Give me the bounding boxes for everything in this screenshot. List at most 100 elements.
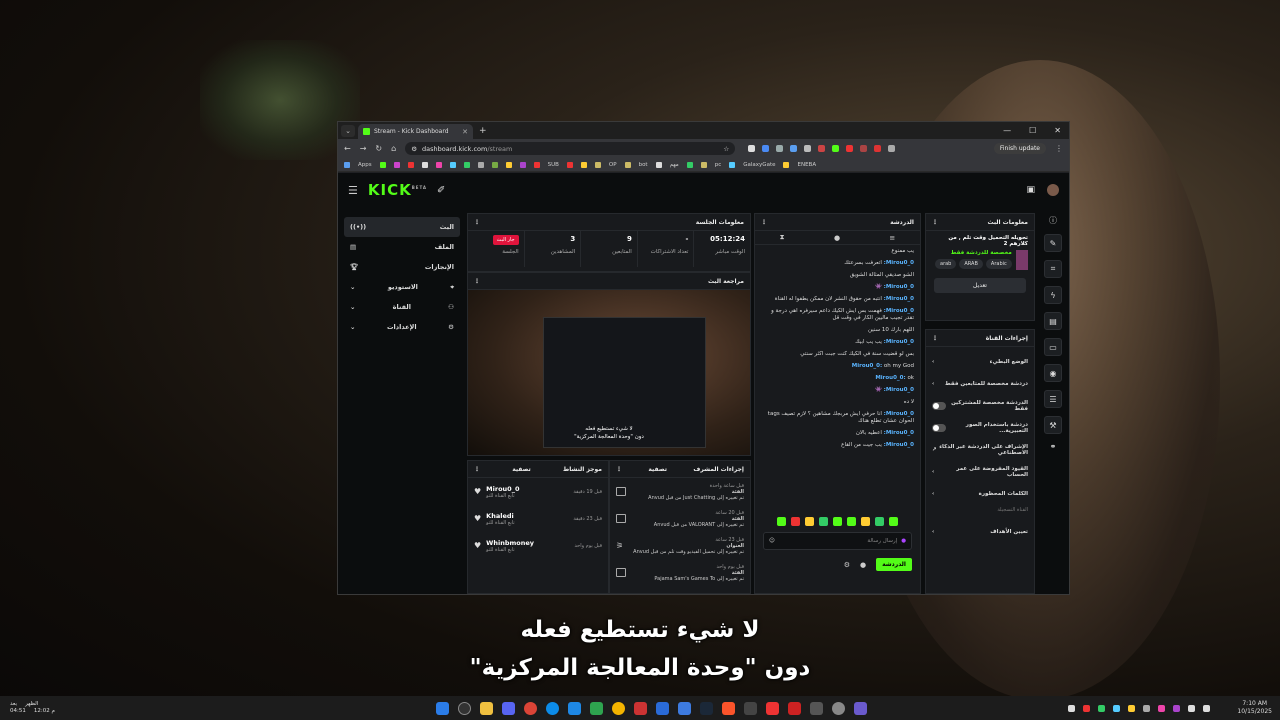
chat-username[interactable]: Mirou0_0: [884, 260, 914, 266]
action-slow-mode[interactable]: الوضع البطيء › [926, 351, 1034, 373]
feed-username[interactable]: Mirou0_0 [486, 485, 568, 493]
mic-icon[interactable]: ● [901, 538, 906, 544]
chat-username[interactable]: Mirou0_0: [884, 442, 914, 448]
bookmark-icon[interactable] [421, 161, 428, 168]
bookmark-icon[interactable] [686, 161, 693, 168]
bookmark-icon[interactable] [655, 161, 662, 168]
chat-username[interactable]: Mirou0_0: [884, 411, 914, 417]
bookmark-icon[interactable] [783, 161, 790, 168]
chat-input[interactable]: ☺ إرسال رسالة ● [763, 532, 912, 550]
reload-icon[interactable]: ↻ [375, 144, 382, 153]
emote-icon[interactable] [847, 517, 856, 526]
folder-icon[interactable] [480, 701, 493, 715]
bookmark-eneba[interactable]: ENEBA [797, 162, 816, 168]
home-icon[interactable]: ⌂ [391, 144, 396, 153]
sidebar-item-settings[interactable]: ⚙ الإعدادات ⌄ [344, 317, 460, 337]
browser-menu-icon[interactable]: ⋮ [1055, 144, 1063, 153]
emote-only-toggle[interactable] [932, 424, 947, 432]
bookmark-icon[interactable] [505, 161, 512, 168]
wrench-icon[interactable]: ⚒ [1044, 416, 1062, 434]
extension-icon[interactable] [832, 145, 840, 152]
chat-send-button[interactable]: الدردشة [876, 558, 912, 571]
emote-icon[interactable] [861, 517, 870, 526]
broadcast-icon[interactable]: ◉ [1044, 364, 1062, 382]
panel-menu-icon[interactable]: ⋮ [474, 219, 480, 226]
filter-button[interactable]: تصفية [648, 466, 667, 473]
layout-icon[interactable]: ▣ [1026, 185, 1035, 195]
bookmark-icon[interactable] [463, 161, 470, 168]
panel-menu-icon[interactable]: ⋮ [932, 219, 938, 226]
edit-stream-button[interactable]: تعديل [934, 278, 1026, 293]
bookmark-icon[interactable] [729, 161, 736, 168]
bookmark-icon[interactable] [580, 161, 587, 168]
new-tab-button[interactable]: + [479, 126, 487, 136]
list-icon[interactable]: ≡ [889, 234, 895, 242]
user-avatar[interactable] [1047, 184, 1059, 196]
chat-username[interactable]: Mirou0_0: [884, 430, 914, 436]
extension-icon[interactable] [860, 145, 868, 152]
tab-close-icon[interactable]: ✕ [462, 128, 468, 136]
sidebar-item-channel[interactable]: ⚇ القناة ⌄ [344, 297, 460, 317]
app-icon[interactable] [788, 701, 801, 715]
chat-username[interactable]: Mirou0_0: [852, 363, 882, 369]
chat-mod-icon[interactable]: ● [860, 561, 866, 569]
bookmark-op[interactable]: OP [609, 162, 617, 168]
chat-username[interactable]: Mirou0_0: [884, 296, 914, 302]
panel-menu-icon[interactable]: ⋮ [932, 335, 938, 342]
panel-menu-icon[interactable]: ⋮ [761, 219, 767, 226]
extension-icon[interactable] [818, 145, 826, 152]
tab-search-button[interactable]: ⌄ [341, 124, 355, 137]
feed-username[interactable]: Whinbmoney [486, 539, 569, 547]
chat-username[interactable]: Mirou0_0: [884, 284, 914, 290]
steam-icon[interactable] [700, 701, 713, 715]
hourglass-icon[interactable]: ⧗ [780, 233, 785, 242]
action-ai-moderation[interactable]: الإشراف على الدردشة عبر الذكاء الاصطناعي… [926, 439, 1034, 461]
emote-icon[interactable] [819, 517, 828, 526]
bookmark-icon[interactable] [449, 161, 456, 168]
filter-button[interactable]: تصفية [512, 466, 531, 473]
clip-icon[interactable]: ⌗ [1044, 260, 1062, 278]
extension-icon[interactable] [874, 145, 882, 152]
action-followers-only[interactable]: دردشة مخصصة للمتابعين فقط › [926, 373, 1034, 395]
bookmark-icon[interactable] [435, 161, 442, 168]
sidebar-item-achievements[interactable]: الإنجازات 🏆︎ [344, 257, 460, 277]
bookmark-icon[interactable] [566, 161, 573, 168]
app-icon[interactable] [634, 701, 647, 715]
bookmark-icon[interactable] [407, 161, 414, 168]
bookmark-icon[interactable] [519, 161, 526, 168]
bookmark-icon[interactable] [533, 161, 540, 168]
back-icon[interactable]: ← [344, 144, 351, 153]
finish-update-button[interactable]: Finish update [993, 143, 1046, 154]
stream-preview-video[interactable]: لا شيء تستطيع فعله دون "وحدة المعالجة ال… [468, 290, 750, 455]
extension-icon[interactable] [762, 145, 770, 152]
hamburger-menu-icon[interactable]: ☰ [348, 184, 358, 197]
bookmark-icon[interactable] [491, 161, 498, 168]
action-account-age[interactable]: القيود المفروضة على عمر الحساب › [926, 461, 1034, 483]
tray-icon[interactable] [1143, 704, 1150, 712]
emote-icon[interactable] [805, 517, 814, 526]
action-set-goals[interactable]: تعيين الأهداف › [926, 521, 1034, 543]
app-icon[interactable] [678, 701, 691, 715]
kick-logo[interactable]: KICKBETA [368, 181, 427, 199]
search-icon[interactable] [458, 701, 471, 715]
chat-username[interactable]: Mirou0_0: [884, 339, 914, 345]
site-info-icon[interactable]: ⚙ [411, 145, 417, 153]
pen-tool-icon[interactable]: ✐ [437, 185, 445, 196]
feed-username[interactable]: Khaledi [486, 512, 568, 520]
app-icon[interactable] [612, 701, 625, 715]
emote-icon[interactable] [833, 517, 842, 526]
emoji-icon[interactable]: ☺ [769, 538, 775, 544]
app-icon[interactable] [854, 701, 867, 715]
folder-icon[interactable] [700, 161, 707, 168]
tray-icon[interactable] [1113, 704, 1120, 712]
tray-icon[interactable] [1173, 704, 1180, 712]
tab-kick-dashboard[interactable]: Stream - Kick Dashboard ✕ [358, 124, 473, 139]
app-icon[interactable] [568, 701, 581, 715]
discord-icon[interactable] [502, 701, 515, 715]
chat-username[interactable]: Mirou0_0: [884, 308, 914, 314]
bookmark-galaxygate[interactable]: GalaxyGate [743, 162, 775, 168]
bookmark-icon[interactable] [477, 161, 484, 168]
database-icon[interactable]: ☰ [1044, 390, 1062, 408]
settings-icon[interactable] [832, 701, 845, 715]
panel-menu-icon[interactable]: ⋮ [474, 278, 480, 285]
